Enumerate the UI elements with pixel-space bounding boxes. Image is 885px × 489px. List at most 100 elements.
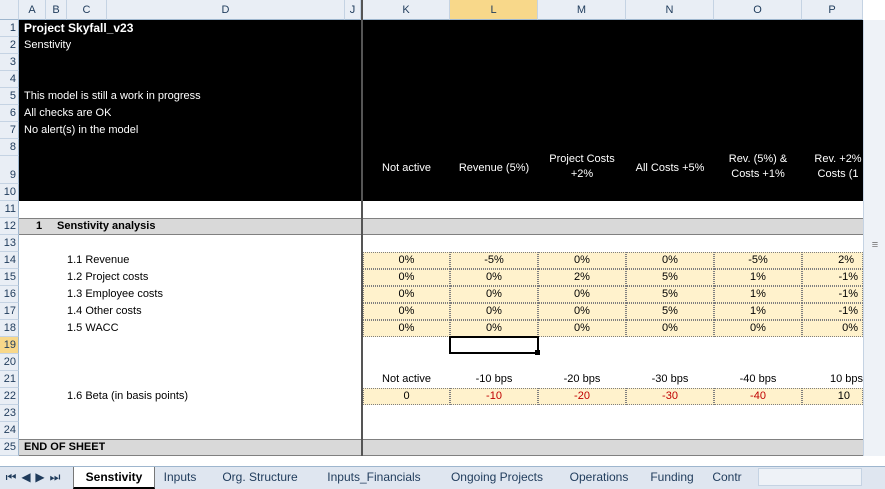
beta-header: -30 bps — [651, 373, 689, 385]
row-label-beta: 1.6 Beta (in basis points) — [67, 390, 189, 402]
input-cell[interactable]: 1% — [714, 303, 802, 320]
checks-status: All checks are OK — [24, 107, 112, 119]
input-cell[interactable]: 0% — [538, 252, 626, 269]
column-header-b[interactable]: B — [46, 0, 67, 20]
input-cell[interactable]: 0% — [363, 286, 450, 303]
beta-input-cell[interactable]: 0 — [363, 388, 450, 405]
input-cell[interactable]: 0% — [363, 320, 450, 337]
input-cell[interactable]: -1% — [802, 303, 863, 320]
row-header[interactable]: 7 — [0, 122, 19, 139]
beta-input-cell[interactable]: 10 — [802, 388, 863, 405]
column-header-j[interactable]: J — [345, 0, 361, 20]
horizontal-scrollbar[interactable] — [758, 468, 862, 486]
tab-funding[interactable]: Funding — [642, 467, 702, 487]
last-sheet-arrow-icon[interactable]: ⏭ — [48, 467, 62, 487]
row-header[interactable]: 12 — [0, 218, 19, 235]
row-header[interactable]: 15 — [0, 269, 19, 286]
tab-ongoing-projects[interactable]: Ongoing Projects — [438, 467, 556, 487]
input-cell[interactable]: 1% — [714, 269, 802, 286]
row-header[interactable]: 2 — [0, 37, 19, 54]
status-message: This model is still a work in progress — [24, 90, 201, 102]
input-cell[interactable]: 0% — [450, 303, 538, 320]
row-header[interactable]: 14 — [0, 252, 19, 269]
select-all-corner[interactable] — [0, 0, 19, 20]
tab-org-structure[interactable]: Org. Structure — [210, 467, 310, 487]
input-cell[interactable]: 0% — [363, 252, 450, 269]
beta-input-cell[interactable]: -40 — [714, 388, 802, 405]
input-cell[interactable]: 0% — [538, 303, 626, 320]
input-cell[interactable]: -1% — [802, 269, 863, 286]
row-header[interactable]: 8 — [0, 139, 19, 156]
column-header-p[interactable]: P — [802, 0, 863, 20]
column-header-m[interactable]: M — [538, 0, 626, 20]
input-cell[interactable]: 0% — [450, 286, 538, 303]
input-cell[interactable]: 5% — [626, 286, 714, 303]
fill-handle[interactable] — [535, 350, 540, 355]
input-cell[interactable]: 0% — [714, 320, 802, 337]
row-header[interactable]: 10 — [0, 184, 19, 201]
row-header[interactable]: 16 — [0, 286, 19, 303]
input-cell[interactable]: 1% — [714, 286, 802, 303]
sheet-tab-bar: ⏮ ◀ ▶ ⏭ Senstivity Inputs Org. Structure… — [0, 466, 885, 489]
column-header-c[interactable]: C — [67, 0, 107, 20]
column-header-a[interactable]: A — [19, 0, 46, 20]
row-header[interactable]: 17 — [0, 303, 19, 320]
column-header-k[interactable]: K — [363, 0, 450, 20]
vertical-scrollbar[interactable]: ≡ — [863, 20, 885, 456]
row-header[interactable]: 24 — [0, 422, 19, 439]
input-cell[interactable]: 0% — [538, 286, 626, 303]
input-cell[interactable]: 2% — [538, 269, 626, 286]
input-cell[interactable]: -1% — [802, 286, 863, 303]
row-header[interactable]: 9 — [0, 156, 19, 184]
scenario-header: Not active — [382, 162, 431, 174]
beta-header: Not active — [382, 373, 431, 385]
row-header[interactable]: 4 — [0, 71, 19, 88]
row-header[interactable]: 6 — [0, 105, 19, 122]
row-header[interactable]: 22 — [0, 388, 19, 405]
beta-input-cell[interactable]: -10 — [450, 388, 538, 405]
section-number: 1 — [36, 220, 43, 232]
row-header[interactable]: 21 — [0, 371, 19, 388]
column-header-l[interactable]: L — [450, 0, 538, 20]
row-header[interactable]: 23 — [0, 405, 19, 422]
row-header[interactable]: 18 — [0, 320, 19, 337]
sheet-subtitle: Senstivity — [24, 39, 72, 51]
column-header-o[interactable]: O — [714, 0, 802, 20]
next-sheet-arrow-icon[interactable]: ▶ — [34, 467, 46, 487]
tab-inputs[interactable]: Inputs — [155, 467, 205, 487]
row-header[interactable]: 5 — [0, 88, 19, 105]
input-cell[interactable]: 0% — [363, 269, 450, 286]
column-header-n[interactable]: N — [626, 0, 714, 20]
row-header[interactable]: 13 — [0, 235, 19, 252]
input-cell[interactable]: 0% — [626, 252, 714, 269]
column-header-d[interactable]: D — [107, 0, 345, 20]
first-sheet-arrow-icon[interactable]: ⏮ — [4, 467, 18, 487]
input-cell[interactable]: 0% — [626, 320, 714, 337]
row-label-revenue: 1.1 Revenue — [67, 254, 130, 266]
input-cell[interactable]: 0% — [538, 320, 626, 337]
beta-input-cell[interactable]: -30 — [626, 388, 714, 405]
tab-operations[interactable]: Operations — [560, 467, 638, 487]
beta-input-cell[interactable]: -20 — [538, 388, 626, 405]
tab-contr[interactable]: Contr — [706, 467, 748, 487]
row-header[interactable]: 19 — [0, 337, 19, 354]
input-cell[interactable]: 0% — [450, 320, 538, 337]
input-cell[interactable]: -5% — [450, 252, 538, 269]
input-cell[interactable]: 0% — [363, 303, 450, 320]
active-cell-selection[interactable] — [449, 336, 539, 354]
input-cell[interactable]: 0% — [802, 320, 863, 337]
input-cell[interactable]: 5% — [626, 303, 714, 320]
input-cell[interactable]: 0% — [450, 269, 538, 286]
row-header[interactable]: 3 — [0, 54, 19, 71]
input-cell[interactable]: 2% — [802, 252, 863, 269]
input-cell[interactable]: 5% — [626, 269, 714, 286]
prev-sheet-arrow-icon[interactable]: ◀ — [20, 467, 32, 487]
tab-senstivity[interactable]: Senstivity — [73, 467, 155, 489]
row-header[interactable]: 25 — [0, 439, 19, 456]
row-header[interactable]: 11 — [0, 201, 19, 218]
row-header[interactable]: 1 — [0, 20, 19, 37]
input-cell[interactable]: -5% — [714, 252, 802, 269]
tab-inputs-financials[interactable]: Inputs_Financials — [315, 467, 433, 487]
row-header[interactable]: 20 — [0, 354, 19, 371]
scenario-header: All Costs +5% — [635, 162, 705, 174]
